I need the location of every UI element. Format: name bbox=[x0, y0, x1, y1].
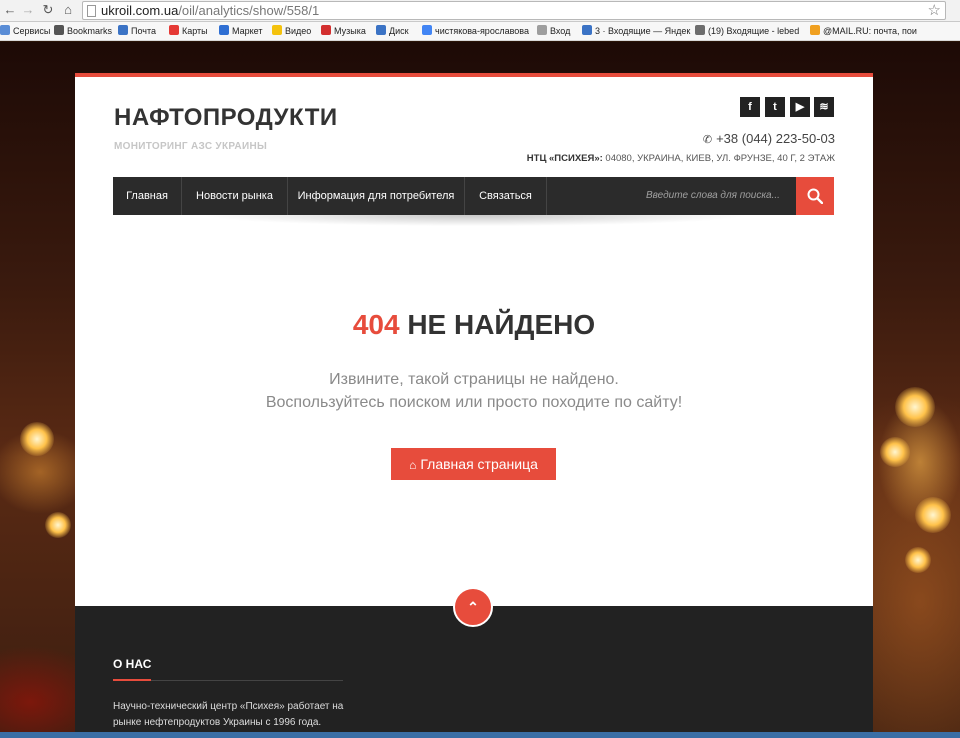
nav-item-consumer-info[interactable]: Информация для потребителя bbox=[288, 177, 465, 215]
mail-icon bbox=[118, 25, 128, 35]
bookmarks-bar: Сервисы Bookmarks Почта Карты Маркет Вид… bbox=[0, 22, 960, 41]
site-title[interactable]: НАФТОПРОДУКТИ bbox=[114, 104, 338, 132]
bookmark-item[interactable]: 3 · Входящие — Яндек bbox=[582, 25, 690, 37]
home-page-button[interactable]: ⌂ Главная страница bbox=[391, 448, 556, 480]
twitter-icon[interactable]: t bbox=[765, 97, 785, 117]
back-arrow-icon[interactable]: ← bbox=[2, 2, 18, 18]
reload-icon[interactable]: ↻ bbox=[40, 2, 56, 18]
apps-icon bbox=[0, 25, 10, 35]
home-icon: ⌂ bbox=[409, 458, 417, 472]
star-icon bbox=[54, 25, 64, 35]
error-message: Извините, такой страницы не найдено. bbox=[329, 371, 619, 388]
youtube-icon[interactable]: ▶ bbox=[790, 97, 810, 117]
os-taskbar bbox=[0, 732, 960, 738]
street-lamp bbox=[880, 437, 910, 467]
bookmark-item[interactable]: (19) Входящие - lebed bbox=[695, 25, 799, 37]
bookmark-item[interactable]: Bookmarks bbox=[54, 25, 112, 37]
mailru-icon bbox=[810, 25, 820, 35]
page-icon bbox=[87, 5, 96, 17]
browser-toolbar: ← → ↻ ⌂ ukroil.com.ua/oil/analytics/show… bbox=[0, 0, 960, 22]
bookmark-item[interactable]: Вход bbox=[537, 25, 570, 37]
street-lamp bbox=[20, 422, 54, 456]
rss-icon[interactable]: ≋ bbox=[814, 97, 834, 117]
address-bar[interactable]: ukroil.com.ua/oil/analytics/show/558/1 ☆ bbox=[82, 1, 946, 20]
bookmark-item[interactable]: Видео bbox=[272, 25, 311, 37]
nav-item-market-news[interactable]: Новости рынка bbox=[182, 177, 288, 215]
chevron-up-icon: ⌃ bbox=[467, 599, 479, 615]
home-icon[interactable]: ⌂ bbox=[60, 2, 76, 18]
bookmark-item[interactable]: Музыка bbox=[321, 25, 366, 37]
search-icon bbox=[807, 188, 823, 204]
music-icon bbox=[321, 25, 331, 35]
bookmark-item[interactable]: Диск bbox=[376, 25, 409, 37]
nav-item-home[interactable]: Главная bbox=[113, 177, 182, 215]
bookmark-star-icon[interactable]: ☆ bbox=[928, 2, 941, 19]
address: НТЦ «ПСИХЕЯ»: 04080, УКРАИНА, КИЕВ, УЛ. … bbox=[526, 153, 835, 164]
bookmark-item[interactable]: чистякова-ярославова bbox=[422, 25, 529, 37]
bookmark-item[interactable]: Сервисы bbox=[0, 25, 50, 37]
map-pin-icon bbox=[169, 25, 179, 35]
divider-accent bbox=[113, 679, 151, 681]
street-lamp bbox=[45, 512, 71, 538]
nav-shadow bbox=[135, 215, 815, 239]
cart-icon bbox=[219, 25, 229, 35]
forward-arrow-icon[interactable]: → bbox=[20, 2, 36, 18]
page-title: 404 НЕ НАЙДЕНО bbox=[352, 309, 596, 340]
street-lamp bbox=[895, 387, 935, 427]
phone-icon: ✆ bbox=[702, 134, 713, 146]
footer: ⌃ О НАС Научно-технический центр «Психея… bbox=[75, 587, 873, 736]
bookmark-item[interactable]: Почта bbox=[118, 25, 156, 37]
street-lamp bbox=[915, 497, 951, 533]
footer-about-text: Научно-технический центр «Психея» работа… bbox=[113, 701, 344, 728]
nav-item-contact[interactable]: Связаться bbox=[465, 177, 547, 215]
footer-heading: О НАС bbox=[113, 657, 152, 671]
phone-number: ✆ +38 (044) 223-50-03 bbox=[702, 131, 835, 146]
site-container: НАФТОПРОДУКТИ МОНИТОРИНГ АЗС УКРАИНЫ f t… bbox=[75, 73, 873, 736]
scroll-to-top-button[interactable]: ⌃ bbox=[453, 587, 493, 627]
main-navigation: Главная Новости рынка Информация для пот… bbox=[113, 177, 834, 215]
error-message: Воспользуйтесь поиском или просто походи… bbox=[265, 394, 683, 411]
video-icon bbox=[272, 25, 282, 35]
mail-icon bbox=[582, 25, 592, 35]
site-subtitle: МОНИТОРИНГ АЗС УКРАИНЫ bbox=[114, 141, 268, 152]
search-input[interactable]: Введите слова для поиска... bbox=[640, 177, 795, 215]
disk-icon bbox=[376, 25, 386, 35]
street-lamp bbox=[905, 547, 931, 573]
bookmark-item[interactable]: Маркет bbox=[219, 25, 262, 37]
search-button[interactable] bbox=[796, 177, 834, 215]
google-icon bbox=[422, 25, 432, 35]
page-icon bbox=[537, 25, 547, 35]
facebook-icon[interactable]: f bbox=[740, 97, 760, 117]
bookmark-item[interactable]: Карты bbox=[169, 25, 208, 37]
bookmark-item[interactable]: @MAIL.RU: почта, пои bbox=[810, 25, 917, 37]
mail-icon bbox=[695, 25, 705, 35]
url-text: ukroil.com.ua/oil/analytics/show/558/1 bbox=[101, 3, 320, 18]
